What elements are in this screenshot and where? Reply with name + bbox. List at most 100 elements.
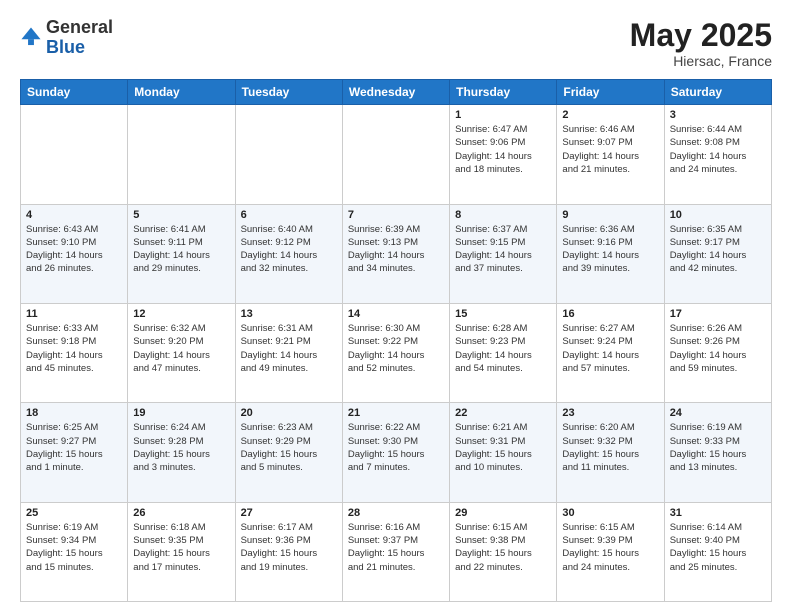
table-row: 31 Sunrise: 6:14 AM Sunset: 9:40 PM Dayli… bbox=[664, 502, 771, 601]
calendar-week-row: 18Sunrise: 6:25 AM Sunset: 9:27 PM Dayli… bbox=[21, 403, 772, 502]
table-row: 23 Sunrise: 6:20 AM Sunset: 9:32 PM Dayli… bbox=[557, 403, 664, 502]
table-row: 19 Sunrise: 6:24 AM Sunset: 9:28 PM Dayli… bbox=[128, 403, 235, 502]
logo-blue-text: Blue bbox=[46, 37, 85, 57]
day-info: Sunrise: 6:26 AM Sunset: 9:26 PM Dayligh… bbox=[670, 322, 766, 375]
day-info: Sunrise: 6:24 AM Sunset: 9:28 PM Dayligh… bbox=[133, 421, 229, 474]
col-sunday: Sunday bbox=[21, 80, 128, 105]
day-info: Sunrise: 6:28 AM Sunset: 9:23 PM Dayligh… bbox=[455, 322, 551, 375]
day-number: 7 bbox=[348, 209, 444, 221]
day-info: Sunrise: 6:46 AM Sunset: 9:07 PM Dayligh… bbox=[562, 123, 658, 176]
table-row: 10Sunrise: 6:35 AM Sunset: 9:17 PM Dayli… bbox=[664, 204, 771, 303]
col-wednesday: Wednesday bbox=[342, 80, 449, 105]
day-number: 26 bbox=[133, 507, 229, 519]
day-info: Sunrise: 6:27 AM Sunset: 9:24 PM Dayligh… bbox=[562, 322, 658, 375]
calendar-header-row: Sunday Monday Tuesday Wednesday Thursday… bbox=[21, 80, 772, 105]
day-info: Sunrise: 6:37 AM Sunset: 9:15 PM Dayligh… bbox=[455, 223, 551, 276]
day-number: 5 bbox=[133, 209, 229, 221]
day-number: 17 bbox=[670, 308, 766, 320]
table-row: 30Sunrise: 6:15 AM Sunset: 9:39 PM Dayli… bbox=[557, 502, 664, 601]
day-number: 20 bbox=[241, 407, 337, 419]
day-number: 21 bbox=[348, 407, 444, 419]
day-info: Sunrise: 6:20 AM Sunset: 9:32 PM Dayligh… bbox=[562, 421, 658, 474]
day-number: 13 bbox=[241, 308, 337, 320]
day-info: Sunrise: 6:41 AM Sunset: 9:11 PM Dayligh… bbox=[133, 223, 229, 276]
table-row: 2 Sunrise: 6:46 AM Sunset: 9:07 PM Daylig… bbox=[557, 105, 664, 204]
day-info: Sunrise: 6:47 AM Sunset: 9:06 PM Dayligh… bbox=[455, 123, 551, 176]
table-row: 5 Sunrise: 6:41 AM Sunset: 9:11 PM Daylig… bbox=[128, 204, 235, 303]
table-row: 26 Sunrise: 6:18 AM Sunset: 9:35 PM Dayli… bbox=[128, 502, 235, 601]
day-number: 2 bbox=[562, 109, 658, 121]
day-info: Sunrise: 6:35 AM Sunset: 9:17 PM Dayligh… bbox=[670, 223, 766, 276]
day-number: 11 bbox=[26, 308, 122, 320]
day-info: Sunrise: 6:16 AM Sunset: 9:37 PM Dayligh… bbox=[348, 521, 444, 574]
day-info: Sunrise: 6:33 AM Sunset: 9:18 PM Dayligh… bbox=[26, 322, 122, 375]
day-info: Sunrise: 6:15 AM Sunset: 9:38 PM Dayligh… bbox=[455, 521, 551, 574]
day-info: Sunrise: 6:18 AM Sunset: 9:35 PM Dayligh… bbox=[133, 521, 229, 574]
calendar-week-row: 25Sunrise: 6:19 AM Sunset: 9:34 PM Dayli… bbox=[21, 502, 772, 601]
logo-icon bbox=[20, 26, 42, 48]
day-info: Sunrise: 6:43 AM Sunset: 9:10 PM Dayligh… bbox=[26, 223, 122, 276]
table-row: 28 Sunrise: 6:16 AM Sunset: 9:37 PM Dayli… bbox=[342, 502, 449, 601]
calendar-week-row: 1 Sunrise: 6:47 AM Sunset: 9:06 PM Daylig… bbox=[21, 105, 772, 204]
calendar-week-row: 11 Sunrise: 6:33 AM Sunset: 9:18 PM Dayli… bbox=[21, 303, 772, 402]
table-row: 15 Sunrise: 6:28 AM Sunset: 9:23 PM Dayli… bbox=[450, 303, 557, 402]
day-number: 19 bbox=[133, 407, 229, 419]
table-row: 27 Sunrise: 6:17 AM Sunset: 9:36 PM Dayli… bbox=[235, 502, 342, 601]
day-number: 1 bbox=[455, 109, 551, 121]
day-number: 22 bbox=[455, 407, 551, 419]
table-row bbox=[21, 105, 128, 204]
table-row bbox=[128, 105, 235, 204]
table-row: 25Sunrise: 6:19 AM Sunset: 9:34 PM Dayli… bbox=[21, 502, 128, 601]
table-row: 9Sunrise: 6:36 AM Sunset: 9:16 PM Daylig… bbox=[557, 204, 664, 303]
table-row: 24Sunrise: 6:19 AM Sunset: 9:33 PM Dayli… bbox=[664, 403, 771, 502]
day-number: 16 bbox=[562, 308, 658, 320]
table-row: 17 Sunrise: 6:26 AM Sunset: 9:26 PM Dayli… bbox=[664, 303, 771, 402]
day-number: 18 bbox=[26, 407, 122, 419]
day-number: 12 bbox=[133, 308, 229, 320]
day-number: 27 bbox=[241, 507, 337, 519]
table-row: 1 Sunrise: 6:47 AM Sunset: 9:06 PM Daylig… bbox=[450, 105, 557, 204]
day-info: Sunrise: 6:17 AM Sunset: 9:36 PM Dayligh… bbox=[241, 521, 337, 574]
table-row bbox=[235, 105, 342, 204]
day-info: Sunrise: 6:23 AM Sunset: 9:29 PM Dayligh… bbox=[241, 421, 337, 474]
day-info: Sunrise: 6:39 AM Sunset: 9:13 PM Dayligh… bbox=[348, 223, 444, 276]
table-row: 29Sunrise: 6:15 AM Sunset: 9:38 PM Dayli… bbox=[450, 502, 557, 601]
col-friday: Friday bbox=[557, 80, 664, 105]
calendar-week-row: 4 Sunrise: 6:43 AM Sunset: 9:10 PM Daylig… bbox=[21, 204, 772, 303]
table-row bbox=[342, 105, 449, 204]
table-row: 4 Sunrise: 6:43 AM Sunset: 9:10 PM Daylig… bbox=[21, 204, 128, 303]
day-info: Sunrise: 6:32 AM Sunset: 9:20 PM Dayligh… bbox=[133, 322, 229, 375]
day-info: Sunrise: 6:44 AM Sunset: 9:08 PM Dayligh… bbox=[670, 123, 766, 176]
calendar-location: Hiersac, France bbox=[630, 53, 772, 69]
day-info: Sunrise: 6:15 AM Sunset: 9:39 PM Dayligh… bbox=[562, 521, 658, 574]
table-row: 20 Sunrise: 6:23 AM Sunset: 9:29 PM Dayli… bbox=[235, 403, 342, 502]
day-number: 23 bbox=[562, 407, 658, 419]
day-number: 4 bbox=[26, 209, 122, 221]
col-thursday: Thursday bbox=[450, 80, 557, 105]
table-row: 11 Sunrise: 6:33 AM Sunset: 9:18 PM Dayli… bbox=[21, 303, 128, 402]
day-number: 14 bbox=[348, 308, 444, 320]
calendar-title: May 2025 bbox=[630, 18, 772, 53]
day-number: 31 bbox=[670, 507, 766, 519]
table-row: 18Sunrise: 6:25 AM Sunset: 9:27 PM Dayli… bbox=[21, 403, 128, 502]
day-number: 8 bbox=[455, 209, 551, 221]
day-number: 15 bbox=[455, 308, 551, 320]
day-info: Sunrise: 6:22 AM Sunset: 9:30 PM Dayligh… bbox=[348, 421, 444, 474]
day-info: Sunrise: 6:14 AM Sunset: 9:40 PM Dayligh… bbox=[670, 521, 766, 574]
table-row: 8 Sunrise: 6:37 AM Sunset: 9:15 PM Daylig… bbox=[450, 204, 557, 303]
day-number: 6 bbox=[241, 209, 337, 221]
day-info: Sunrise: 6:40 AM Sunset: 9:12 PM Dayligh… bbox=[241, 223, 337, 276]
col-monday: Monday bbox=[128, 80, 235, 105]
page: General Blue May 2025 Hiersac, France Su… bbox=[0, 0, 792, 612]
calendar-table: Sunday Monday Tuesday Wednesday Thursday… bbox=[20, 79, 772, 602]
table-row: 16 Sunrise: 6:27 AM Sunset: 9:24 PM Dayli… bbox=[557, 303, 664, 402]
day-number: 3 bbox=[670, 109, 766, 121]
table-row: 3 Sunrise: 6:44 AM Sunset: 9:08 PM Daylig… bbox=[664, 105, 771, 204]
table-row: 21 Sunrise: 6:22 AM Sunset: 9:30 PM Dayli… bbox=[342, 403, 449, 502]
day-number: 28 bbox=[348, 507, 444, 519]
table-row: 7 Sunrise: 6:39 AM Sunset: 9:13 PM Daylig… bbox=[342, 204, 449, 303]
table-row: 12 Sunrise: 6:32 AM Sunset: 9:20 PM Dayli… bbox=[128, 303, 235, 402]
col-tuesday: Tuesday bbox=[235, 80, 342, 105]
table-row: 14Sunrise: 6:30 AM Sunset: 9:22 PM Dayli… bbox=[342, 303, 449, 402]
table-row: 22Sunrise: 6:21 AM Sunset: 9:31 PM Dayli… bbox=[450, 403, 557, 502]
